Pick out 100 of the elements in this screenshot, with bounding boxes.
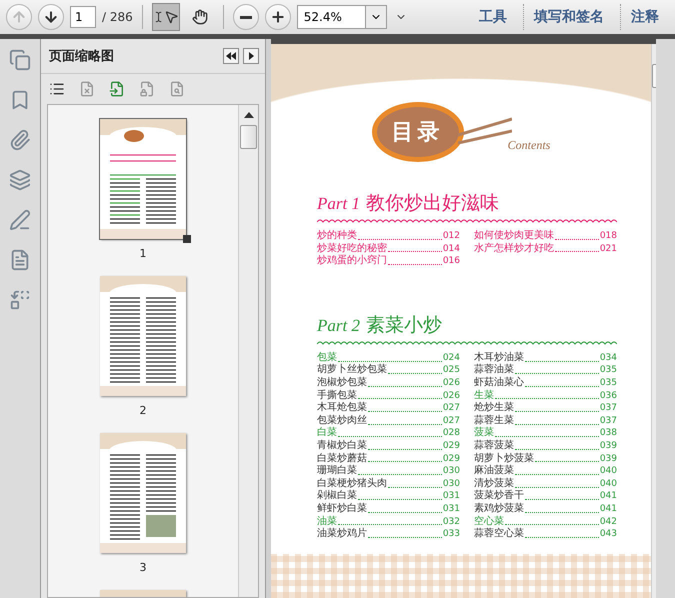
entry-title[interactable]: 菠菜炒香干 bbox=[474, 490, 524, 503]
paperclip-icon bbox=[9, 129, 31, 151]
page-count: / 286 bbox=[102, 10, 133, 24]
entry-title[interactable]: 鲜虾炒白菜 bbox=[317, 502, 367, 516]
entry-title[interactable]: 油菜 bbox=[317, 516, 337, 528]
entry-title[interactable]: 胡萝卜炒菠菜 bbox=[474, 452, 534, 466]
page-number: 028 bbox=[442, 427, 460, 440]
pointer-icon bbox=[164, 9, 179, 25]
page-number: 036 bbox=[600, 390, 617, 402]
collapse-panel-button[interactable] bbox=[223, 48, 239, 64]
layers-button[interactable] bbox=[7, 167, 33, 193]
page-number: 041 bbox=[600, 502, 617, 516]
compare-icon bbox=[9, 289, 31, 311]
entry-title[interactable]: 蒜蓉油菜 bbox=[474, 364, 514, 377]
double-triangle-icon bbox=[226, 52, 236, 60]
part-label: Part 1 bbox=[317, 194, 360, 214]
scrollbar[interactable] bbox=[238, 105, 258, 597]
part-title: 素菜小炒 bbox=[366, 312, 442, 338]
entry-title[interactable]: 珊瑚白菜 bbox=[317, 465, 357, 478]
entry-title[interactable]: 包菜炒肉丝 bbox=[317, 414, 367, 428]
page-number: 016 bbox=[442, 255, 460, 268]
page-thumbnail[interactable] bbox=[100, 119, 186, 239]
zoom-out-button[interactable] bbox=[232, 4, 259, 30]
layers-icon bbox=[9, 169, 31, 191]
entry-title[interactable]: 蒜蓉生菜 bbox=[474, 414, 514, 428]
entry-title[interactable]: 白菜 bbox=[317, 427, 337, 440]
page-number: 030 bbox=[442, 478, 460, 490]
document-icon bbox=[9, 249, 31, 271]
part-title: 教你炒出好滋味 bbox=[366, 191, 499, 216]
entry-title[interactable]: 剁椒白菜 bbox=[317, 490, 357, 503]
page-number: 032 bbox=[442, 516, 460, 528]
signature-icon bbox=[9, 209, 31, 231]
page-thumbnail[interactable] bbox=[100, 433, 186, 553]
down-arrow-icon bbox=[43, 9, 59, 25]
minus-icon bbox=[240, 16, 252, 18]
entry-title[interactable]: 炒的种类 bbox=[317, 230, 357, 243]
hand-icon bbox=[192, 9, 208, 25]
page-number: 014 bbox=[442, 242, 460, 256]
entry-title[interactable]: 生菜 bbox=[474, 390, 494, 402]
file-arrow-icon bbox=[109, 81, 125, 97]
plus-icon bbox=[270, 9, 286, 25]
next-page-button[interactable] bbox=[38, 4, 64, 30]
entry-title[interactable]: 炝炒生菜 bbox=[474, 402, 514, 415]
entry-title[interactable]: 蒜蓉菠菜 bbox=[474, 440, 514, 453]
page-number: 029 bbox=[442, 440, 460, 453]
entry-title[interactable]: 包菜 bbox=[317, 352, 337, 364]
expand-panel-button[interactable] bbox=[243, 48, 259, 64]
entry-title[interactable]: 虾菇油菜心 bbox=[474, 376, 524, 390]
entry-title[interactable]: 麻油菠菜 bbox=[474, 465, 514, 478]
entry-title[interactable]: 蒜蓉空心菜 bbox=[474, 528, 524, 541]
pages-icon bbox=[9, 49, 31, 71]
entry-title[interactable]: 如何使炒肉更美味 bbox=[474, 230, 554, 243]
entry-title[interactable]: 油菜炒鸡片 bbox=[317, 528, 367, 541]
page-number: 037 bbox=[600, 402, 617, 415]
zoom-field[interactable]: 52.4% bbox=[296, 5, 365, 29]
page-number: 042 bbox=[600, 516, 617, 528]
page-number: 041 bbox=[600, 490, 617, 503]
entry-title[interactable]: 空心菜 bbox=[474, 516, 504, 528]
page-label: 2 bbox=[140, 404, 146, 417]
triangle-icon bbox=[248, 52, 254, 60]
page-number: 026 bbox=[442, 376, 460, 390]
entry-title[interactable]: 手撕包菜 bbox=[317, 390, 357, 402]
page-number: 034 bbox=[600, 352, 617, 364]
page-number: 026 bbox=[442, 390, 460, 402]
entry-title[interactable]: 白菜炒蘑菇 bbox=[317, 452, 367, 466]
entry-title[interactable]: 清炒菠菜 bbox=[474, 478, 514, 490]
entry-title[interactable]: 炒菜好吃的秘密 bbox=[317, 242, 387, 256]
page-number: 039 bbox=[600, 440, 617, 453]
page-number-field[interactable]: 1 bbox=[70, 6, 96, 28]
zoom-dropdown-button[interactable] bbox=[364, 5, 387, 29]
entry-title[interactable]: 胡萝卜丝炒包菜 bbox=[317, 364, 387, 377]
entry-title[interactable]: 木耳炒油菜 bbox=[474, 352, 524, 364]
panel-tab[interactable]: 填写和签名 bbox=[523, 4, 614, 30]
file-search-icon bbox=[169, 81, 185, 97]
page-thumbnail[interactable] bbox=[100, 276, 186, 396]
page-label: 3 bbox=[140, 561, 146, 574]
pages-button[interactable] bbox=[7, 47, 33, 73]
page-number: 035 bbox=[600, 364, 617, 377]
select-tool-button[interactable] bbox=[152, 3, 180, 31]
panel-tab[interactable]: 工具 bbox=[469, 4, 517, 30]
signature-button[interactable] bbox=[7, 207, 33, 233]
page-number: 021 bbox=[600, 242, 617, 256]
page-number: 024 bbox=[442, 352, 460, 364]
list-icon bbox=[49, 81, 65, 97]
entry-title[interactable]: 木耳炝包菜 bbox=[317, 402, 367, 415]
page-number: 035 bbox=[600, 376, 617, 390]
zoom-in-button[interactable] bbox=[264, 4, 291, 30]
entry-title[interactable]: 青椒炒白菜 bbox=[317, 440, 367, 453]
page-number: 027 bbox=[442, 414, 460, 428]
entry-title[interactable]: 水产怎样炒才好吃 bbox=[474, 242, 554, 256]
entry-title[interactable]: 白菜梗炒猪头肉 bbox=[317, 478, 387, 490]
entry-title[interactable]: 泡椒炒包菜 bbox=[317, 376, 367, 390]
page-number: 031 bbox=[442, 490, 460, 503]
panel-tab[interactable]: 注释 bbox=[620, 4, 669, 30]
entry-title[interactable]: 素鸡炒菠菜 bbox=[474, 502, 524, 516]
entry-title[interactable]: 菠菜 bbox=[474, 427, 494, 440]
entry-title[interactable]: 炒鸡蛋的小窍门 bbox=[317, 255, 387, 268]
page-number: 037 bbox=[600, 414, 617, 428]
page-number: 027 bbox=[442, 402, 460, 415]
page-number: 025 bbox=[442, 364, 460, 377]
